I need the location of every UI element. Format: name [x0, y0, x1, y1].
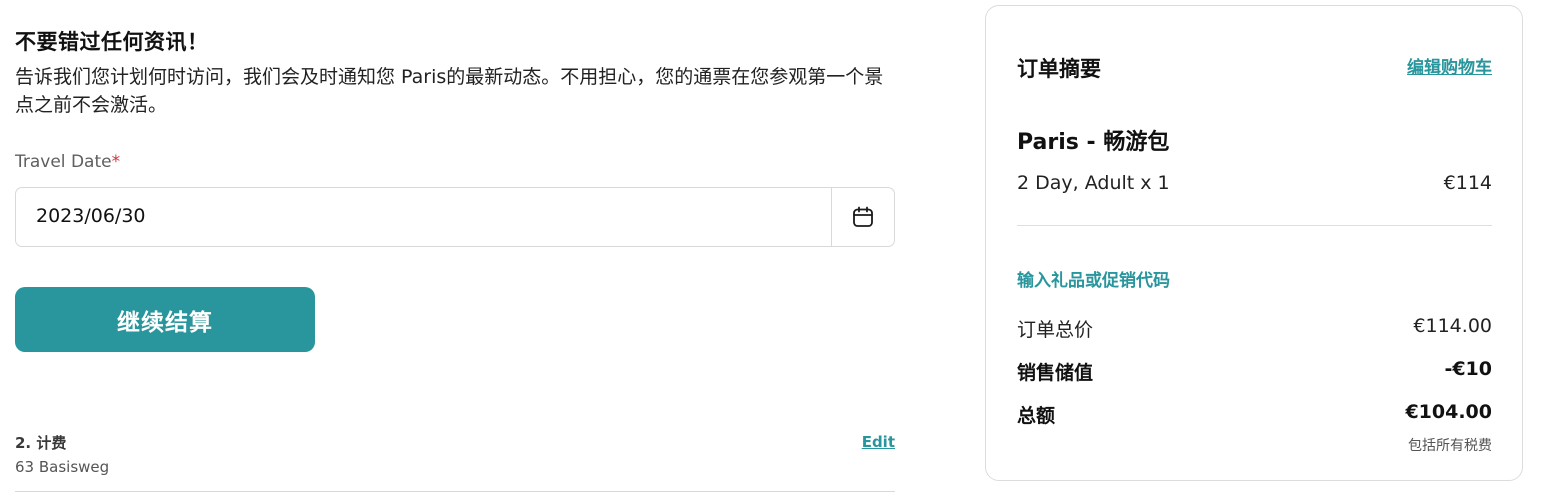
discount-value: -€10 [1444, 358, 1492, 380]
product-price: €114 [1443, 172, 1492, 194]
total-label: 总额 [1017, 405, 1056, 427]
travel-date-value[interactable]: 2023/06/30 [36, 205, 146, 227]
checkout-page: 不要错过任何资讯！ 告诉我们您计划何时访问，我们会及时通知您 Paris的最新动… [0, 0, 1552, 496]
billing-edit-link[interactable]: Edit [862, 433, 895, 451]
subtotal-label: 订单总价 [1017, 319, 1094, 341]
travel-date-field[interactable]: 2023/06/30 [15, 187, 895, 247]
billing-divider [15, 491, 895, 492]
discount-label: 销售储值 [1017, 362, 1094, 384]
notice-title: 不要错过任何资讯！ [15, 30, 209, 54]
product-detail: 2 Day, Adult x 1 [1017, 172, 1170, 194]
billing-address: 63 Basisweg [15, 458, 110, 476]
travel-date-label-text: Travel Date [15, 152, 112, 172]
promo-code-link[interactable]: 输入礼品或促销代码 [1017, 266, 1170, 291]
edit-cart-link[interactable]: 编辑购物车 [1407, 53, 1492, 78]
required-mark: * [111, 152, 121, 172]
tax-note: 包括所有税费 [1408, 438, 1492, 454]
subtotal-value: €114.00 [1413, 315, 1492, 337]
total-value: €104.00 [1405, 401, 1492, 423]
notice-body: 告诉我们您计划何时访问，我们会及时通知您 Paris的最新动态。不用担心，您的通… [15, 66, 884, 116]
billing-section-title: 2. 计费 [15, 434, 67, 452]
calendar-icon [853, 206, 873, 227]
summary-divider [1017, 225, 1492, 226]
order-summary-title: 订单摘要 [1017, 57, 1101, 81]
travel-date-label: Travel Date* [15, 152, 120, 172]
continue-checkout-button[interactable]: 继续结算 [15, 287, 315, 352]
calendar-button[interactable] [832, 188, 894, 246]
order-summary-card: 订单摘要 编辑购物车 Paris - 畅游包 2 Day, Adult x 1 … [985, 5, 1523, 481]
product-name: Paris - 畅游包 [1017, 130, 1170, 155]
